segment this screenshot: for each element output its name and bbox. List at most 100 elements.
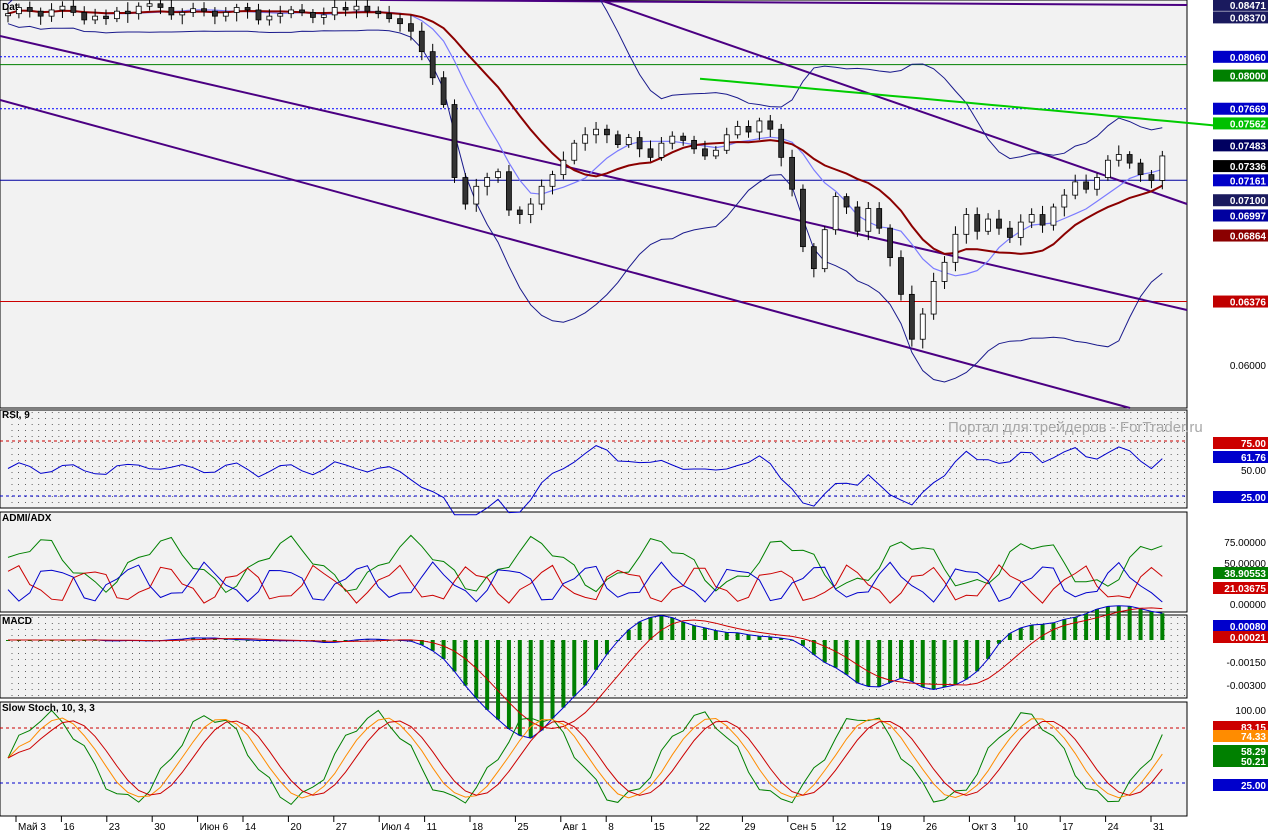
macd-histogram-bar <box>692 625 697 640</box>
macd-histogram-bar <box>539 640 544 731</box>
macd-title: MACD <box>2 616 32 627</box>
x-tick-label: 8 <box>608 822 614 833</box>
macd-histogram-bar <box>550 640 555 719</box>
macd-histogram-bar <box>702 627 707 640</box>
panel-2 <box>0 511 1188 613</box>
candle-body <box>974 214 981 232</box>
candle-body <box>310 12 316 18</box>
candle-body <box>800 188 806 248</box>
candle-body <box>1061 194 1068 208</box>
price-tag: 0.06997 <box>1230 211 1267 222</box>
candle-body <box>582 134 589 144</box>
candle-body <box>1137 162 1144 176</box>
x-tick-label: 17 <box>1062 822 1074 833</box>
price-tag: 0.07100 <box>1230 196 1267 207</box>
x-tick-label: 31 <box>1153 822 1165 833</box>
macd-histogram-bar <box>1018 627 1023 640</box>
candle-body <box>712 149 719 157</box>
macd-histogram-bar <box>1073 617 1078 640</box>
candle-body <box>908 293 915 340</box>
macd-histogram-bar <box>670 617 675 640</box>
macd-histogram-bar <box>452 640 457 672</box>
candle-body <box>255 9 262 21</box>
candle-body <box>157 3 164 8</box>
candle-body <box>723 134 730 151</box>
candle-body <box>135 5 142 15</box>
x-tick-label: 18 <box>472 822 484 833</box>
value-tag: 74.33 <box>1241 732 1266 743</box>
candle-body <box>669 135 676 144</box>
candle-body <box>756 120 763 133</box>
candle-body <box>92 15 99 21</box>
value-tag: 21.03675 <box>1224 584 1266 595</box>
candle-body <box>244 7 251 11</box>
macd-histogram-bar <box>964 640 969 680</box>
x-tick-label: 23 <box>109 822 121 833</box>
value-tag: 25.00 <box>1241 781 1266 792</box>
x-tick-label: 10 <box>1017 822 1029 833</box>
x-tick-label: Сен 5 <box>790 822 817 833</box>
candle-body <box>462 177 469 205</box>
macd-histogram-bar <box>637 621 642 640</box>
candle-body <box>843 196 850 208</box>
macd-histogram-bar <box>572 640 577 697</box>
candle-body <box>767 120 774 130</box>
macd-histogram-bar <box>942 640 947 688</box>
macd-histogram-bar <box>648 617 653 640</box>
candle-body <box>124 10 131 15</box>
price-tag: 0.07483 <box>1230 141 1267 152</box>
macd-histogram-bar <box>1094 609 1099 640</box>
value-tag: 25.00 <box>1241 493 1266 504</box>
candle-body <box>386 13 393 20</box>
candle-body <box>1159 155 1166 181</box>
x-tick-label: 14 <box>245 822 257 833</box>
panel-4 <box>0 701 1188 817</box>
candle-body <box>408 23 414 32</box>
candle-body <box>320 14 327 18</box>
admi-title: ADMI/ADX <box>2 513 52 524</box>
candle-body <box>26 7 33 12</box>
candle-body <box>1017 221 1024 238</box>
candle-body <box>985 218 991 232</box>
macd-histogram-bar <box>877 640 882 687</box>
macd-histogram-bar <box>1051 622 1056 640</box>
macd-histogram-bar <box>975 640 980 672</box>
macd-histogram-bar <box>909 640 914 682</box>
x-tick-label: 29 <box>744 822 756 833</box>
candle-body <box>549 174 556 187</box>
candle-body <box>1028 214 1035 223</box>
price-tag: 0.06864 <box>1230 232 1267 243</box>
candle-body <box>691 139 697 150</box>
candle-body <box>146 3 153 7</box>
indicator-tick-label: -0.00150 <box>1227 658 1267 669</box>
price-tag: 0.08370 <box>1230 13 1267 24</box>
macd-histogram-bar <box>931 640 936 690</box>
candle-body <box>647 148 654 158</box>
macd-histogram-bar <box>724 632 729 640</box>
candle-body <box>778 128 785 158</box>
macd-histogram-bar <box>866 640 871 687</box>
candle-body <box>996 218 1002 229</box>
candle-body <box>201 8 207 12</box>
macd-histogram-bar <box>1084 613 1089 640</box>
candle-body <box>625 137 632 146</box>
candle-body <box>789 156 795 190</box>
candle-body <box>506 171 512 211</box>
macd-histogram-bar <box>822 640 827 663</box>
candle-body <box>1115 154 1122 161</box>
candle-body <box>865 208 872 232</box>
price-tag: 0.08060 <box>1230 53 1267 64</box>
candle-body <box>331 7 338 16</box>
candle-body <box>952 233 959 263</box>
main-chart-title: Dat <box>2 2 19 13</box>
price-tag: 0.07336 <box>1230 162 1267 173</box>
candle-body <box>364 5 371 12</box>
x-tick-label: 19 <box>881 822 893 833</box>
candle-body <box>342 7 349 11</box>
macd-histogram-bar <box>517 640 522 736</box>
macd-histogram-bar <box>1127 606 1132 640</box>
watermark: Портал для трейдеров - ForTrader.ru <box>948 419 1203 436</box>
stoch-title: Slow Stoch, 10, 3, 3 <box>2 703 95 714</box>
candle-body <box>484 177 491 187</box>
price-tick-label: 0.06000 <box>1230 361 1267 372</box>
